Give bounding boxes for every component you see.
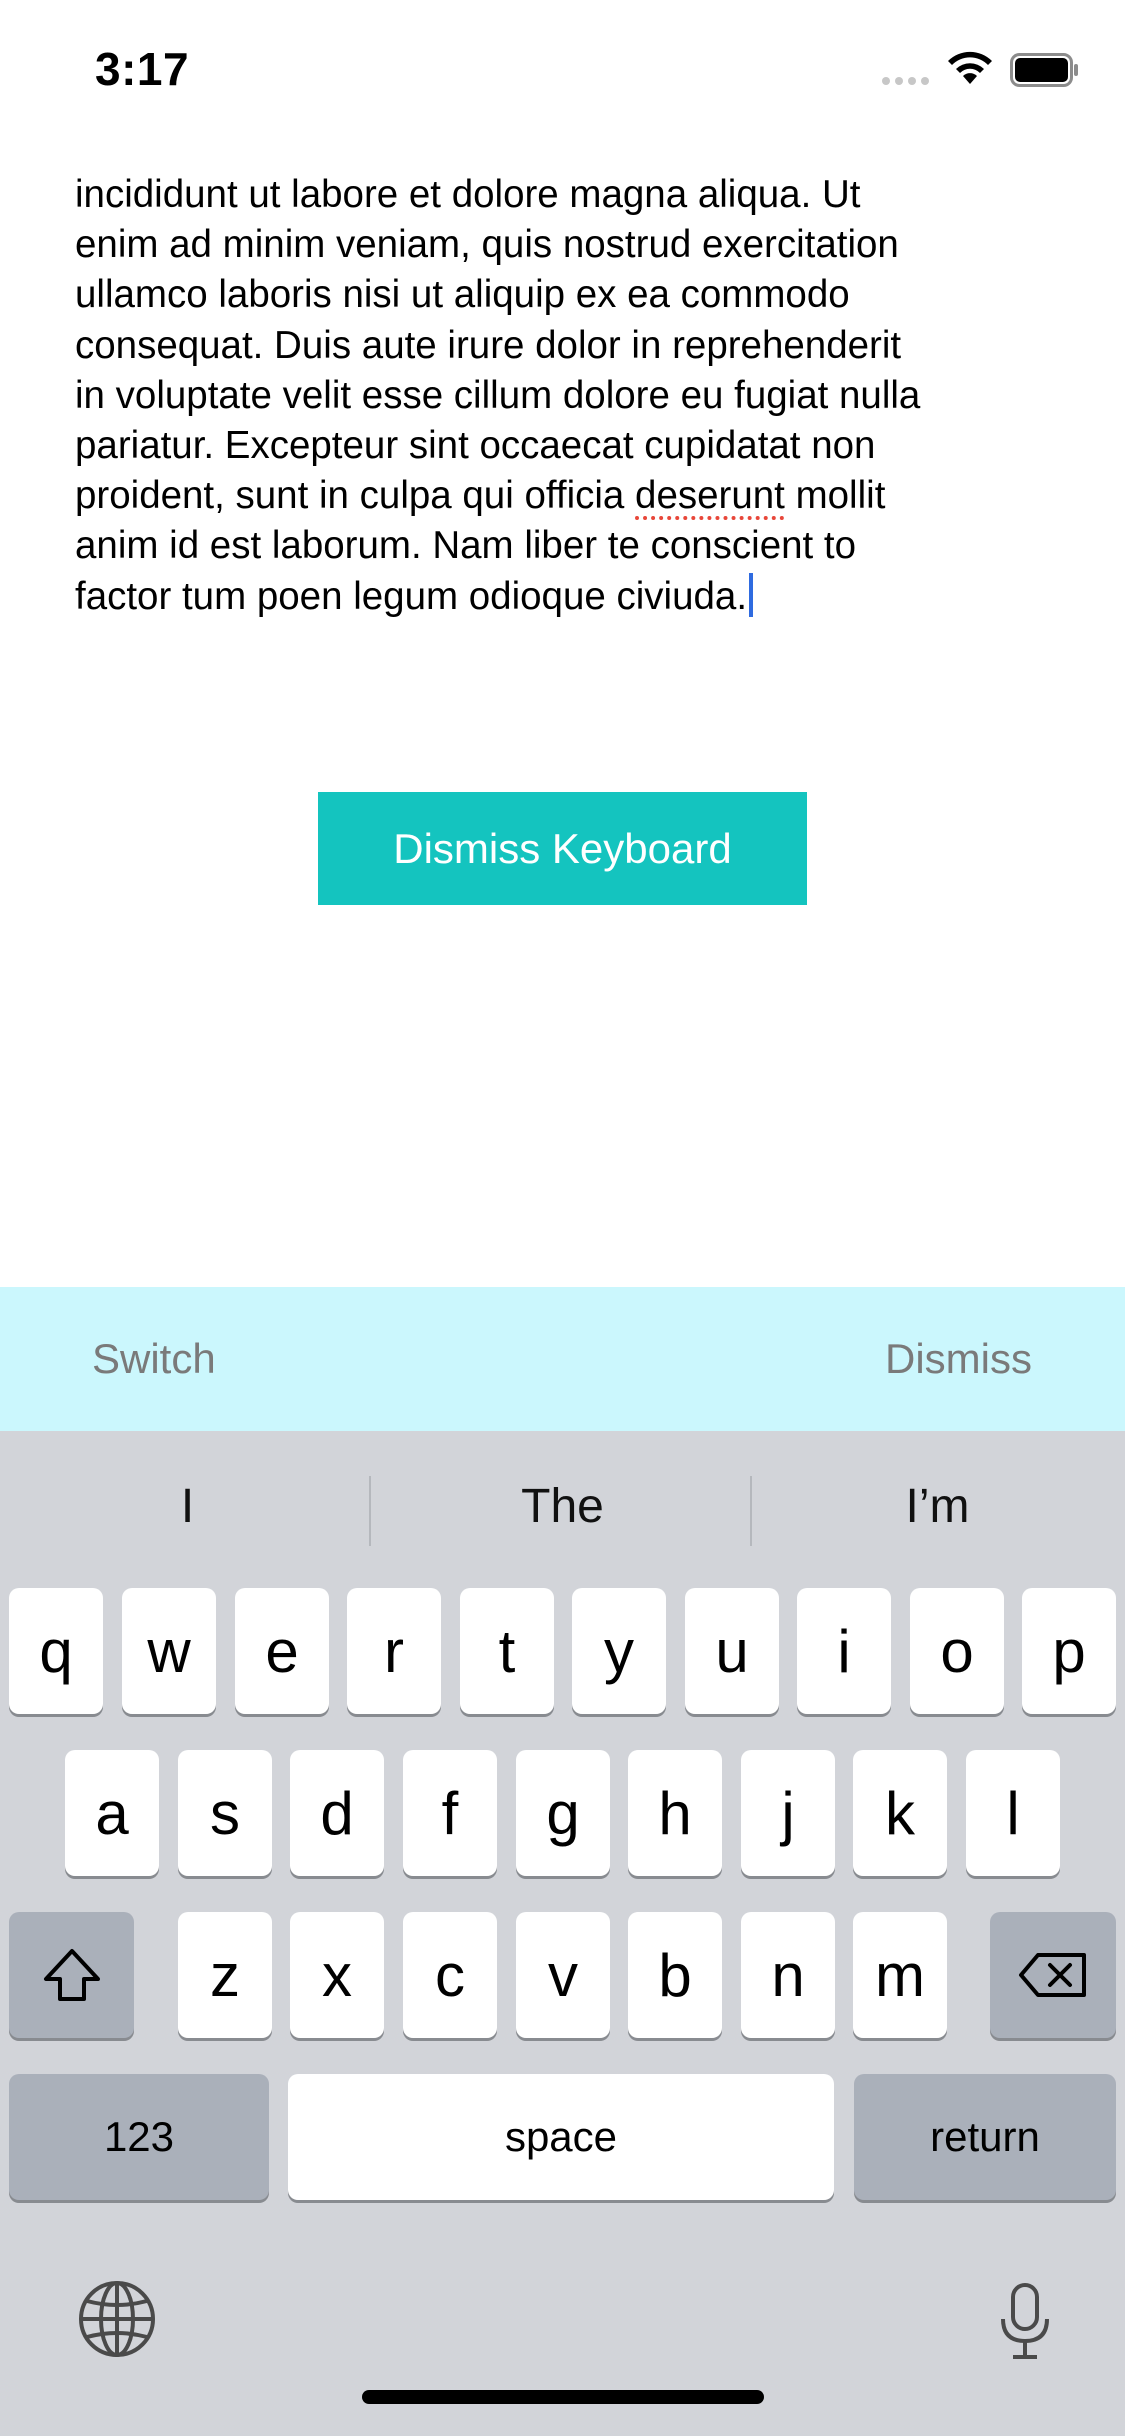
text-line: ullamco laboris nisi ut aliquip ex ea co… xyxy=(75,273,850,317)
switch-button[interactable]: Switch xyxy=(92,1335,216,1383)
text-line: incididunt ut labore et dolore magna ali… xyxy=(75,173,861,216)
keyboard: I The I’m q w e r t y u i o p a s d f g … xyxy=(0,1431,1125,2436)
key-n[interactable]: n xyxy=(741,1912,835,2038)
shift-icon xyxy=(43,1949,100,2001)
key-q[interactable]: q xyxy=(9,1588,103,1714)
suggestion-2[interactable]: The xyxy=(375,1479,750,1534)
text-line: factor tum poen legum odioque civiuda. xyxy=(75,572,1065,622)
key-v[interactable]: v xyxy=(516,1912,610,2038)
text-view[interactable]: incididunt ut labore et dolore magna ali… xyxy=(75,170,1065,650)
key-r[interactable]: r xyxy=(347,1588,441,1714)
space-key[interactable]: space xyxy=(288,2074,834,2200)
globe-icon[interactable] xyxy=(77,2279,157,2359)
suggestion-divider xyxy=(369,1476,371,1546)
key-j[interactable]: j xyxy=(741,1750,835,1876)
delete-icon xyxy=(1019,1953,1086,1997)
key-w[interactable]: w xyxy=(122,1588,216,1714)
text-segment: proident, sunt in culpa qui officia xyxy=(75,474,636,518)
text-line: pariatur. Excepteur sint occaecat cupida… xyxy=(75,424,876,468)
text-segment: factor tum poen legum odioque civiuda. xyxy=(75,574,748,618)
text-line: consequat. Duis aute irure dolor in repr… xyxy=(75,323,902,367)
signal-icon xyxy=(882,77,929,85)
suggestion-bar: I The I’m xyxy=(0,1431,1125,1586)
text-line: in voluptate velit esse cillum dolore eu… xyxy=(75,373,921,417)
text-cursor xyxy=(749,572,754,617)
text-line: enim ad minim veniam, quis nostrud exerc… xyxy=(75,223,899,267)
key-l[interactable]: l xyxy=(966,1750,1060,1876)
key-u[interactable]: u xyxy=(685,1588,779,1714)
microphone-icon[interactable] xyxy=(995,2281,1055,2361)
key-e[interactable]: e xyxy=(235,1588,329,1714)
key-h[interactable]: h xyxy=(628,1750,722,1876)
key-x[interactable]: x xyxy=(290,1912,384,2038)
key-s[interactable]: s xyxy=(178,1750,272,1876)
status-bar: 3:17 xyxy=(0,0,1125,140)
key-z[interactable]: z xyxy=(178,1912,272,2038)
key-p[interactable]: p xyxy=(1022,1588,1116,1714)
dismiss-button[interactable]: Dismiss xyxy=(885,1335,1032,1383)
suggestion-1[interactable]: I xyxy=(0,1479,375,1534)
home-indicator xyxy=(362,2390,764,2404)
status-time: 3:17 xyxy=(95,43,190,95)
misspelled-word[interactable]: deserunt xyxy=(635,474,785,517)
numbers-key[interactable]: 123 xyxy=(9,2074,269,2200)
key-f[interactable]: f xyxy=(403,1750,497,1876)
key-c[interactable]: c xyxy=(403,1912,497,2038)
suggestion-3[interactable]: I’m xyxy=(750,1479,1125,1534)
shift-key[interactable] xyxy=(9,1912,134,2038)
key-b[interactable]: b xyxy=(628,1912,722,2038)
key-i[interactable]: i xyxy=(797,1588,891,1714)
text-segment: mollit xyxy=(784,474,886,518)
wifi-icon xyxy=(948,51,992,84)
key-k[interactable]: k xyxy=(853,1750,947,1876)
key-o[interactable]: o xyxy=(910,1588,1004,1714)
keyboard-accessory-bar: Switch Dismiss xyxy=(0,1287,1125,1431)
return-key[interactable]: return xyxy=(854,2074,1116,2200)
key-g[interactable]: g xyxy=(516,1750,610,1876)
key-d[interactable]: d xyxy=(290,1750,384,1876)
dismiss-keyboard-button[interactable]: Dismiss Keyboard xyxy=(318,792,807,905)
key-m[interactable]: m xyxy=(853,1912,947,2038)
text-line: anim id est laborum. Nam liber te consci… xyxy=(75,524,857,568)
key-t[interactable]: t xyxy=(460,1588,554,1714)
key-a[interactable]: a xyxy=(65,1750,159,1876)
delete-key[interactable] xyxy=(990,1912,1116,2038)
battery-icon xyxy=(1010,53,1078,87)
key-y[interactable]: y xyxy=(572,1588,666,1714)
text-line: proident, sunt in culpa qui officia dese… xyxy=(75,471,1065,521)
